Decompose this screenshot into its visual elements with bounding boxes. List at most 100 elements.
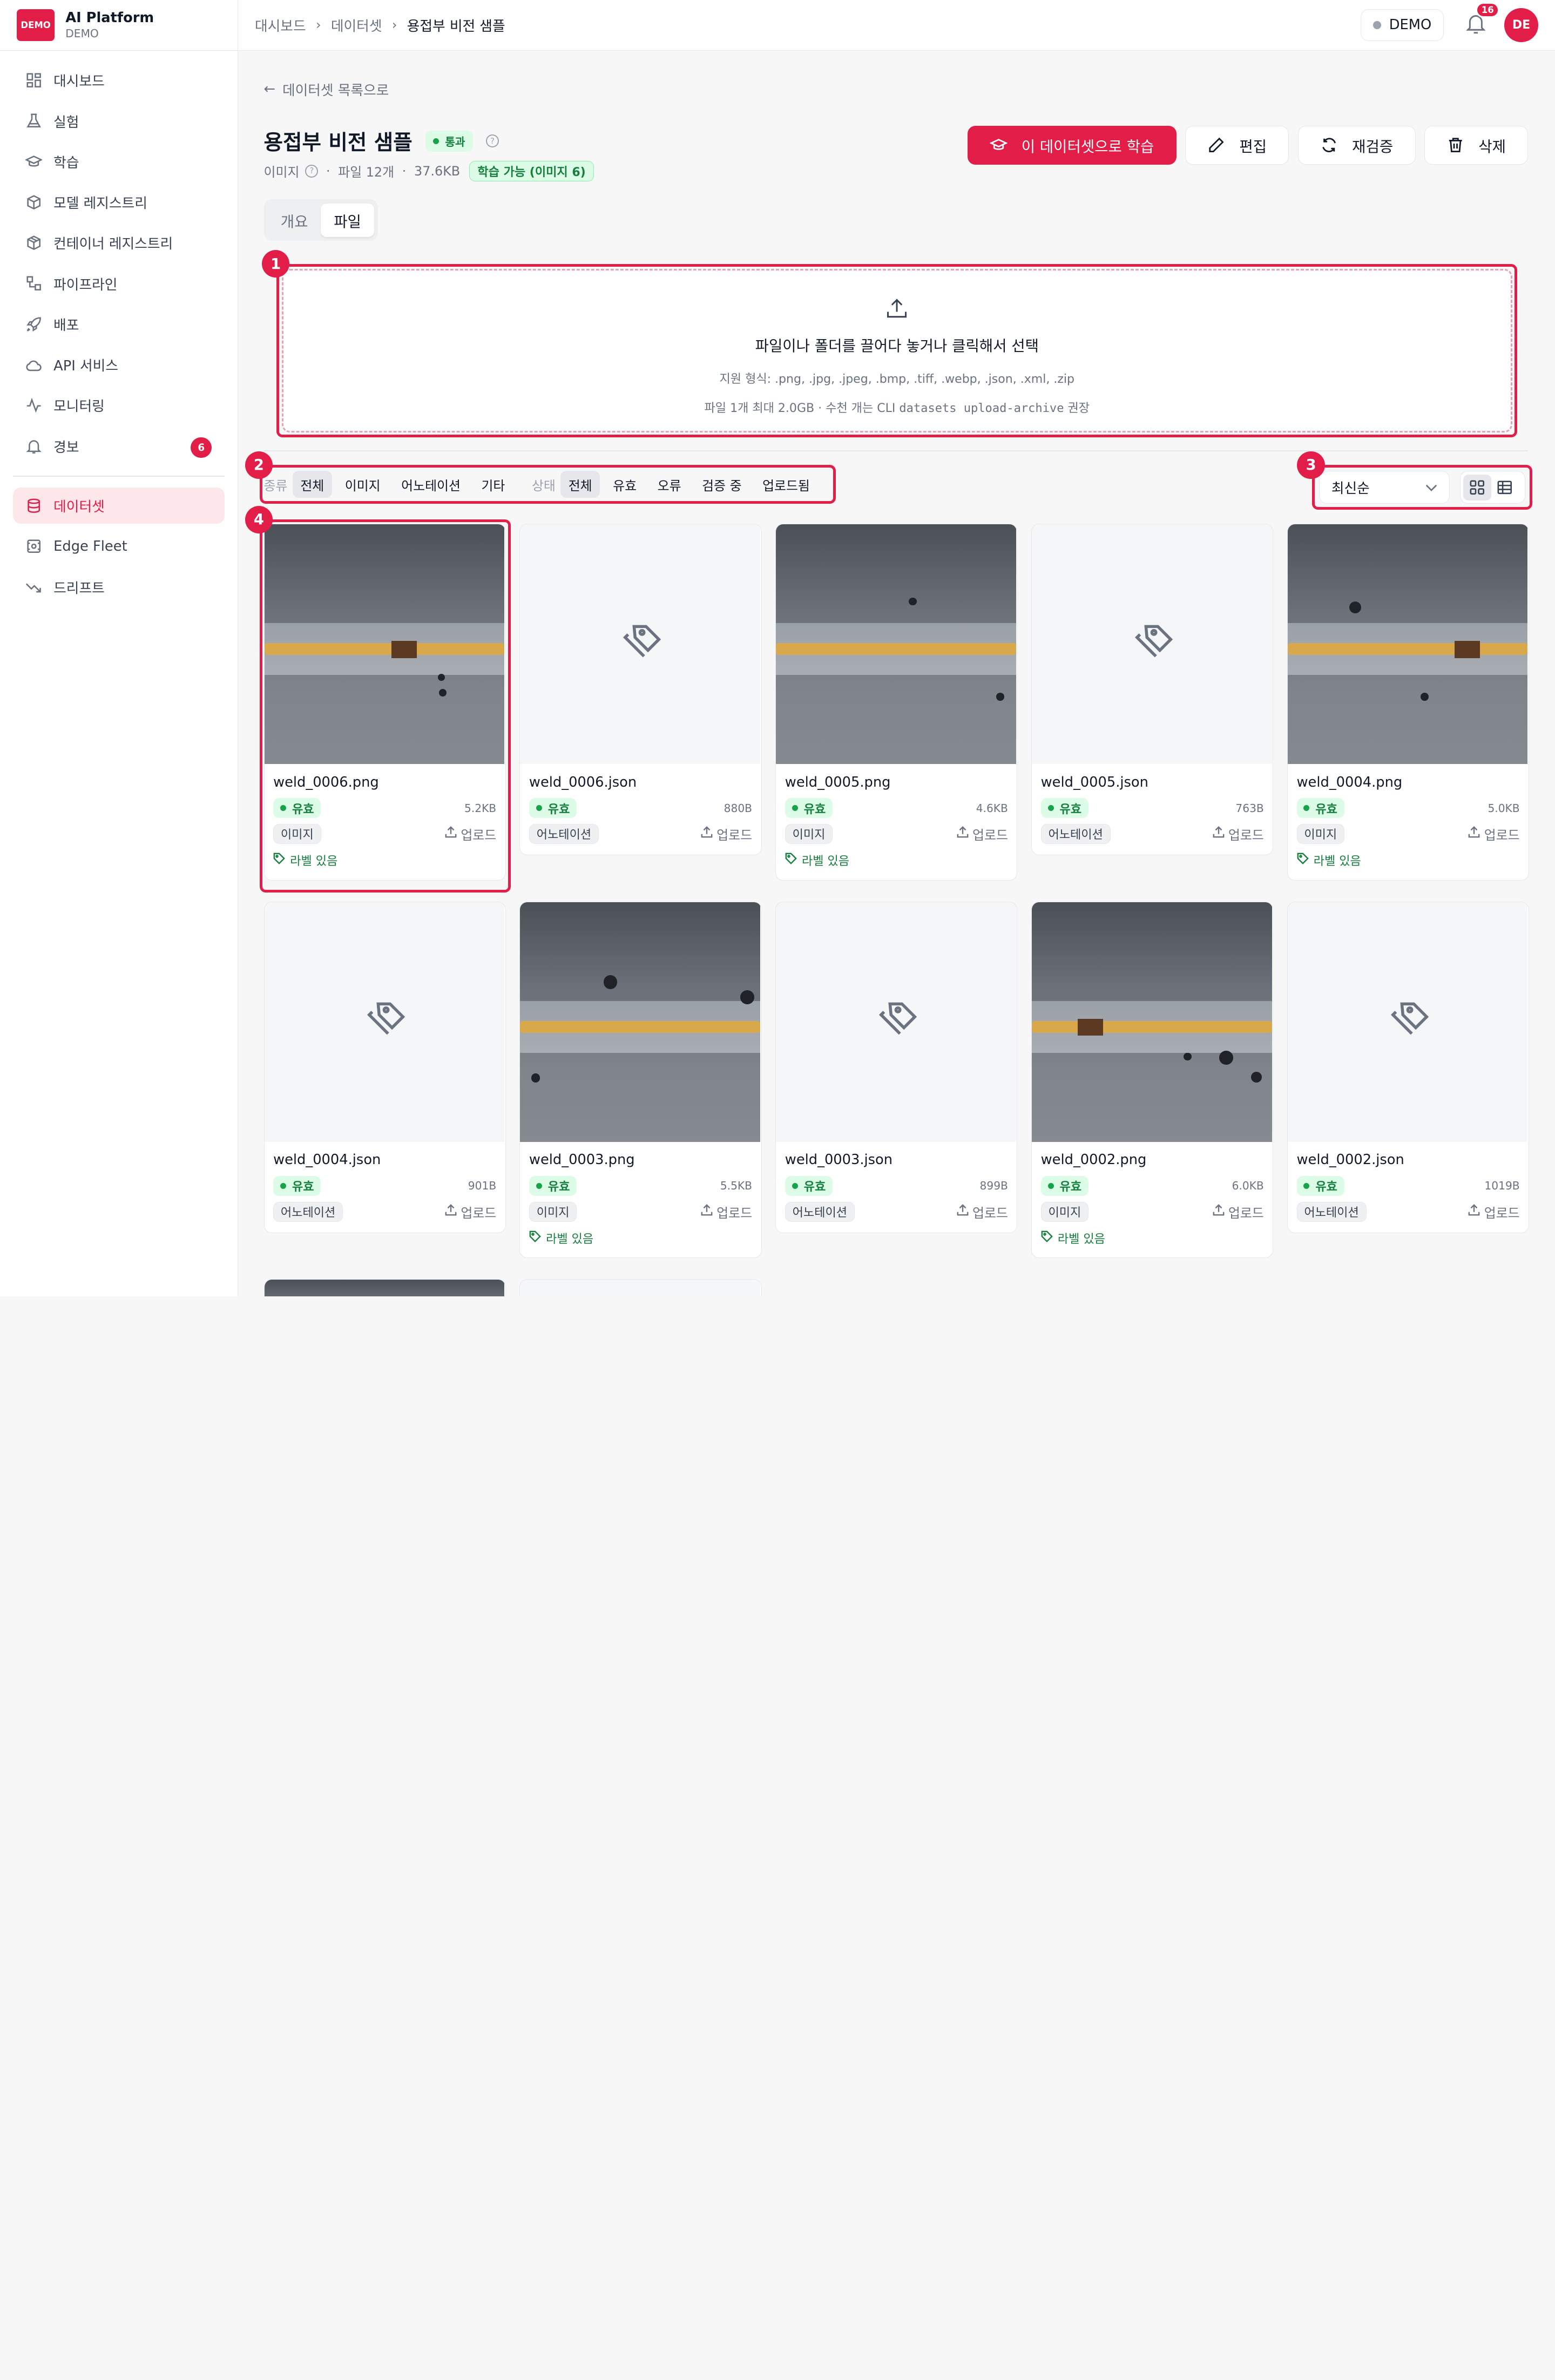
- sidebar-item-experiments[interactable]: 실험: [13, 103, 225, 139]
- file-card[interactable]: weld_0006.json 유효 880B 어노테이션 업로드: [519, 523, 762, 855]
- breadcrumb: 대시보드 › 데이터셋 › 용접부 비전 샘플: [255, 15, 505, 35]
- dataset-size: 37.6KB: [414, 163, 461, 179]
- file-size: 6.0KB: [1232, 1179, 1264, 1193]
- page-content: ← 데이터셋 목록으로 용접부 비전 샘플 통과 ? 이미지 ? · 파일 12…: [238, 51, 1555, 1296]
- tab-overview[interactable]: 개요: [268, 204, 321, 237]
- file-size: 899B: [979, 1179, 1008, 1193]
- tag-icon: [529, 1230, 541, 1246]
- file-name: weld_0005.json: [1040, 774, 1148, 790]
- breadcrumb-dashboard[interactable]: 대시보드: [255, 15, 306, 35]
- pipeline-icon: [25, 275, 43, 293]
- status-badge: 통과: [425, 130, 474, 152]
- sidebar-item-api-service[interactable]: API 서비스: [13, 347, 225, 383]
- trainable-badge: 학습 가능 (이미지 6): [469, 160, 594, 182]
- edge-device-icon: [25, 537, 43, 555]
- file-card[interactable]: weld_0003.png 유효 5.5KB 이미지 업로드 라벨 있음: [519, 901, 762, 1259]
- file-size: 763B: [1235, 801, 1264, 815]
- upload-source: 업로드: [701, 824, 752, 843]
- file-card[interactable]: [263, 1279, 506, 1296]
- back-to-datasets-link[interactable]: ← 데이터셋 목록으로: [264, 79, 389, 99]
- status-badge: 유효: [273, 1176, 321, 1196]
- file-kind-badge: 어노테이션: [273, 1201, 343, 1222]
- file-card[interactable]: [519, 1279, 762, 1296]
- sidebar-item-training[interactable]: 학습: [13, 144, 225, 179]
- annotation-thumbnail: [1032, 524, 1272, 765]
- callout-frame-2: [260, 465, 836, 504]
- annotation-thumbnail: [776, 902, 1016, 1142]
- sidebar-item-container-registry[interactable]: 컨테이너 레지스트리: [13, 225, 225, 261]
- file-card[interactable]: weld_0005.json 유효 763B 어노테이션 업로드: [1031, 523, 1274, 855]
- sidebar-item-deploy[interactable]: 배포: [13, 306, 225, 342]
- file-kind-badge: 어노테이션: [529, 824, 599, 844]
- dataset-file-count: 파일 12개: [338, 165, 395, 180]
- sidebar-item-datasets[interactable]: 데이터셋: [12, 488, 225, 524]
- breadcrumb-current: 용접부 비전 샘플: [407, 18, 505, 35]
- image-thumbnail: [776, 524, 1016, 765]
- upload-source: 업로드: [1468, 1202, 1520, 1221]
- sidebar-item-monitoring[interactable]: 모니터링: [13, 388, 225, 423]
- sidebar-item-drift[interactable]: 드리프트: [13, 569, 225, 605]
- environment-switcher[interactable]: DEMO: [1361, 9, 1444, 41]
- sidebar-item-dashboard[interactable]: 대시보드: [13, 63, 225, 98]
- help-icon[interactable]: ?: [486, 134, 499, 148]
- sidebar-item-edge-fleet[interactable]: Edge Fleet: [13, 529, 225, 564]
- sidebar-item-alerts[interactable]: 경보 6: [13, 428, 225, 464]
- upload-icon: [1468, 826, 1480, 841]
- notifications-button[interactable]: 16: [1465, 2, 1500, 37]
- file-card[interactable]: weld_0005.png 유효 4.6KB 이미지 업로드 라벨 있음: [775, 523, 1018, 881]
- upload-icon: [957, 826, 969, 841]
- meta-separator: ·: [326, 163, 330, 179]
- sidebar-item-label: 경보: [53, 439, 79, 456]
- file-kind-badge: 이미지: [785, 824, 833, 844]
- flask-icon: [25, 112, 43, 130]
- graduation-cap-icon: [25, 153, 43, 171]
- file-kind-badge: 이미지: [1040, 1201, 1089, 1222]
- arrow-left-icon: ←: [263, 81, 276, 98]
- breadcrumb-datasets[interactable]: 데이터셋: [331, 15, 382, 35]
- revalidate-button-label: 재검증: [1352, 138, 1394, 156]
- bell-icon: [25, 437, 43, 455]
- graduation-cap-icon: [989, 137, 1008, 154]
- upload-source: 업로드: [701, 1202, 752, 1221]
- sidebar-divider: [12, 476, 225, 477]
- tags-icon: [1390, 1002, 1429, 1035]
- brand-logo: DEMO: [17, 9, 55, 41]
- file-card[interactable]: weld_0003.json 유효 899B 어노테이션 업로드: [775, 901, 1018, 1233]
- brand[interactable]: DEMO AI Platform DEMO: [0, 0, 238, 51]
- tag-icon: [1041, 1230, 1053, 1246]
- file-size: 4.6KB: [976, 801, 1008, 815]
- sidebar-item-model-registry[interactable]: 모델 레지스트리: [13, 185, 225, 220]
- sidebar-item-label: 컨테이너 레지스트리: [53, 236, 173, 253]
- file-card[interactable]: weld_0002.json 유효 1019B 어노테이션 업로드: [1287, 901, 1530, 1233]
- help-icon[interactable]: ?: [305, 164, 319, 178]
- dataset-type: 이미지: [263, 165, 300, 180]
- upload-icon: [1213, 1204, 1225, 1219]
- edit-button-label: 편집: [1239, 138, 1267, 156]
- image-thumbnail: [1032, 902, 1272, 1142]
- file-name: weld_0002.json: [1296, 1152, 1404, 1168]
- revalidate-button[interactable]: 재검증: [1298, 126, 1416, 165]
- train-with-dataset-button[interactable]: 이 데이터셋으로 학습: [967, 126, 1177, 165]
- dataset-meta: 이미지 ? · 파일 12개 · 37.6KB 학습 가능 (이미지 6): [263, 160, 594, 182]
- box-icon: [25, 193, 43, 211]
- upload-icon: [1468, 1204, 1480, 1219]
- file-card[interactable]: weld_0004.png 유효 5.0KB 이미지 업로드 라벨 있음: [1287, 523, 1530, 881]
- callout-marker-4: 4: [245, 505, 273, 534]
- delete-button[interactable]: 삭제: [1424, 126, 1529, 165]
- sidebar-item-label: 드리프트: [53, 580, 105, 597]
- sidebar-item-pipeline[interactable]: 파이프라인: [13, 266, 225, 301]
- file-card[interactable]: weld_0004.json 유효 901B 어노테이션 업로드: [263, 901, 506, 1233]
- sidebar-item-label: 데이터셋: [53, 498, 105, 515]
- notification-count-badge: 16: [1476, 2, 1500, 18]
- status-badge: 유효: [1040, 1176, 1088, 1196]
- file-name: weld_0002.png: [1040, 1152, 1147, 1168]
- status-badge: 유효: [785, 1176, 833, 1196]
- edit-button[interactable]: 편집: [1185, 126, 1289, 165]
- chevron-right-icon: ›: [315, 17, 321, 33]
- file-card[interactable]: weld_0002.png 유효 6.0KB 이미지 업로드 라벨 있음: [1031, 901, 1274, 1259]
- file-size: 5.0KB: [1488, 801, 1520, 815]
- avatar[interactable]: DE: [1504, 8, 1538, 42]
- tab-files[interactable]: 파일: [321, 203, 374, 237]
- container-icon: [25, 234, 43, 252]
- image-thumbnail: [1288, 524, 1528, 765]
